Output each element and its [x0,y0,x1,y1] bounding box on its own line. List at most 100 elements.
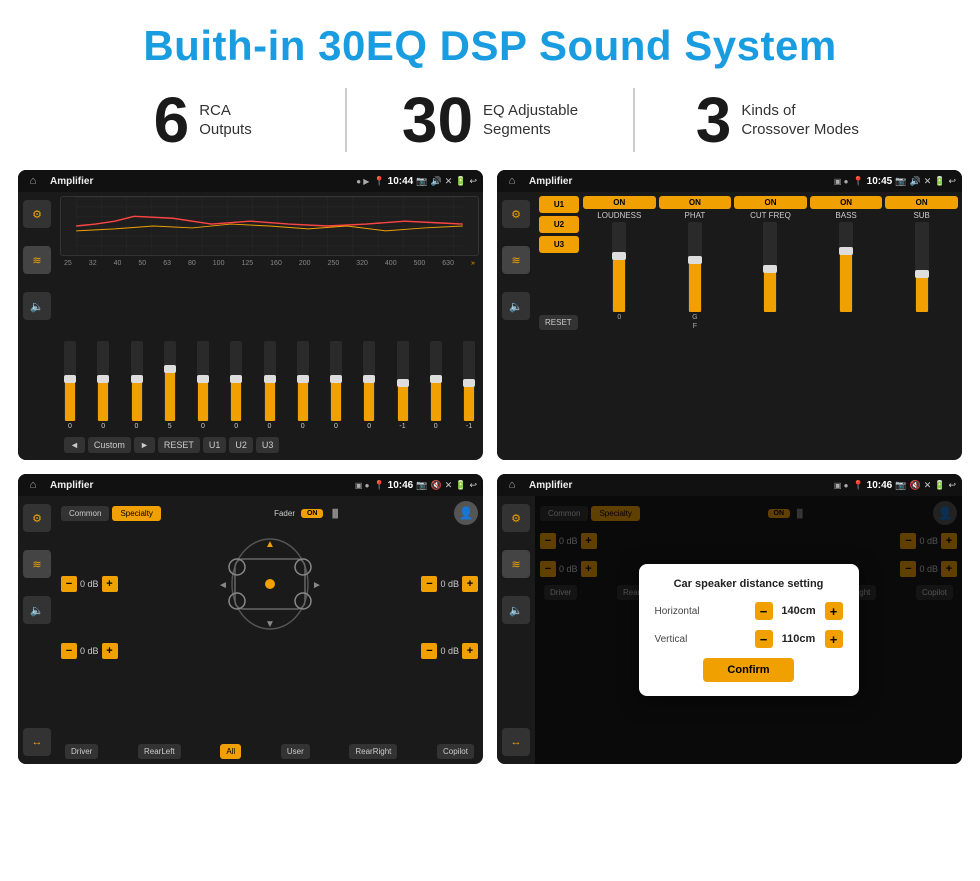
screens-grid: ⌂ Amplifier ● ▶ 📍 10:44 📷 🔊 ✕ 🔋 ↩ ⚙ ≋ 🔈 [0,164,980,774]
dist-speaker-icon[interactable]: 🔈 [502,596,530,624]
eq-slider-4: 0 [197,341,209,430]
copilot-btn[interactable]: Copilot [437,744,474,759]
dots-1: ● ▶ [356,177,369,186]
driver-btn[interactable]: Driver [65,744,98,759]
fader-wave-icon[interactable]: ≋ [23,550,51,578]
stat-eq: 30 EQ AdjustableSegments [347,88,634,152]
fader-slider-icon[interactable]: ▐▌ [329,509,340,518]
dist-arrows-icon[interactable]: ↔ [502,728,530,756]
fader-tab-specialty[interactable]: Specialty [112,506,160,521]
arrow-right-icon[interactable]: » [471,260,475,267]
left-rear-minus[interactable]: − [61,643,77,659]
back-icon-2[interactable]: ↩ [948,176,956,187]
home-icon-1[interactable]: ⌂ [24,172,42,190]
dialog-horizontal-row: Horizontal − 140cm + [655,602,843,620]
fader-speaker-icon[interactable]: 🔈 [23,596,51,624]
preset-u2-btn[interactable]: U2 [539,216,579,233]
fader-arrows-icon[interactable]: ↔ [23,728,51,756]
preset-u3-btn[interactable]: U3 [539,236,579,253]
battery-icon-1: 🔋 [455,176,466,187]
rearright-btn[interactable]: RearRight [349,744,397,759]
vertical-value: 110cm [779,633,819,645]
eq-prev-btn[interactable]: ◄ [64,437,85,453]
home-icon-2[interactable]: ⌂ [503,172,521,190]
horizontal-minus-btn[interactable]: − [755,602,773,620]
right-rear-minus[interactable]: − [421,643,437,659]
left-front-minus[interactable]: − [61,576,77,592]
cross-wave-icon[interactable]: ≋ [502,246,530,274]
stat-crossover-label: Kinds ofCrossover Modes [741,101,859,140]
channel-cutfreq: ON CUT FREQ [734,196,807,330]
preset-u1-btn[interactable]: U1 [539,196,579,213]
horizontal-label: Horizontal [655,606,755,617]
fader-filter-icon[interactable]: ⚙ [23,504,51,532]
eq-custom-btn[interactable]: Custom [88,437,131,453]
eq-wave-icon[interactable]: ≋ [23,246,51,274]
phat-slider[interactable] [688,222,702,312]
eq-play-btn[interactable]: ► [134,437,155,453]
sub-header: ON [885,196,958,209]
eq-slider-2: 0 [131,341,143,430]
bass-label: BASS [835,211,856,220]
left-front-plus[interactable]: + [102,576,118,592]
fader-tab-common[interactable]: Common [61,506,109,521]
fader-toggle[interactable]: ON [301,509,324,518]
fader-avatar-icon[interactable]: 👤 [454,501,478,525]
bass-slider[interactable] [839,222,853,312]
cross-speaker-icon[interactable]: 🔈 [502,292,530,320]
right-rear-plus[interactable]: + [462,643,478,659]
right-front-value: 0 dB [440,579,459,589]
horizontal-plus-btn[interactable]: + [825,602,843,620]
sub-slider[interactable] [915,222,929,312]
channel-phat: ON PHAT G F [659,196,732,330]
eq-speaker-icon[interactable]: 🔈 [23,292,51,320]
battery-icon-2: 🔋 [934,176,945,187]
user-btn[interactable]: User [281,744,310,759]
fader-row-top: − 0 dB + [61,529,478,639]
eq-u1-btn[interactable]: U1 [203,437,227,453]
back-icon-4[interactable]: ↩ [948,480,956,491]
svg-text:►: ► [312,580,322,591]
phat-header: ON [659,196,732,209]
location-icon-1: 📍 [373,176,384,187]
eq-u3-btn[interactable]: U3 [256,437,280,453]
loudness-slider[interactable] [612,222,626,312]
right-front-control: − 0 dB + [421,576,478,592]
cross-reset-btn[interactable]: RESET [539,315,578,330]
left-rear-value: 0 dB [80,646,99,656]
dist-filter-icon[interactable]: ⚙ [502,504,530,532]
x-icon-2: ✕ [924,176,932,187]
dots-3: ▣ ● [355,481,370,490]
vertical-minus-btn[interactable]: − [755,630,773,648]
vol-icon-2: 🔊 [909,176,920,187]
fader-top: Common Specialty Fader ON ▐▌ 👤 [61,501,478,525]
confirm-button[interactable]: Confirm [703,658,793,682]
svg-text:▲: ▲ [265,539,275,550]
status-bar-2: ⌂ Amplifier ▣ ● 📍 10:45 📷 🔊 ✕ 🔋 ↩ [497,170,962,192]
fader-row-bottom: − 0 dB + − 0 dB + [61,643,478,659]
cross-filter-icon[interactable]: ⚙ [502,200,530,228]
home-icon-4[interactable]: ⌂ [503,476,521,494]
eq-left-panel: ⚙ ≋ 🔈 [18,192,56,460]
all-btn[interactable]: All [220,744,241,759]
right-front-plus[interactable]: + [462,576,478,592]
channel-loudness: ON LOUDNESS 0 [583,196,656,330]
eq-sliders: 0 0 0 [60,271,479,430]
status-right-1: 📍 10:44 📷 🔊 ✕ 🔋 ↩ [373,176,477,187]
location-icon-2: 📍 [852,176,863,187]
rearleft-btn[interactable]: RearLeft [138,744,181,759]
back-icon-1[interactable]: ↩ [469,176,477,187]
fader-tabs: Common Specialty [61,506,161,521]
dist-wave-icon[interactable]: ≋ [502,550,530,578]
cutfreq-slider[interactable] [763,222,777,312]
home-icon-3[interactable]: ⌂ [24,476,42,494]
x-icon-1: ✕ [445,176,453,187]
left-rear-plus[interactable]: + [102,643,118,659]
eq-u2-btn[interactable]: U2 [229,437,253,453]
back-icon-3[interactable]: ↩ [469,480,477,491]
vertical-plus-btn[interactable]: + [825,630,843,648]
eq-filter-icon[interactable]: ⚙ [23,200,51,228]
right-front-minus[interactable]: − [421,576,437,592]
dist-main-panel: Common Specialty ON ▐▌ 👤 − 0 dB + [535,496,962,764]
eq-reset-btn[interactable]: RESET [158,437,200,453]
